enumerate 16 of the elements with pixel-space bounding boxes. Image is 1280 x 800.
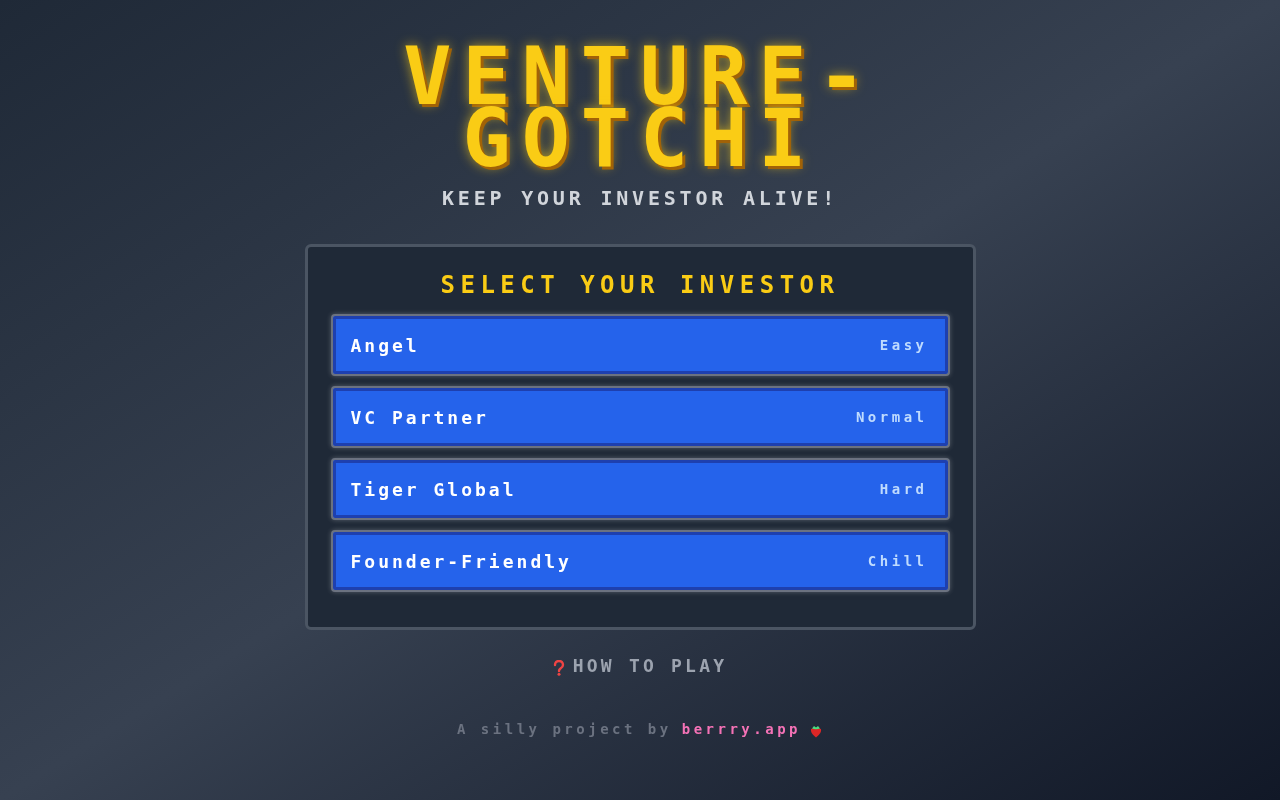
credit-text: A silly project by [457, 720, 672, 738]
investor-button[interactable]: Tiger Global Hard [330, 458, 950, 520]
panel-heading: SELECT YOUR INVESTOR [440, 270, 840, 300]
investor-button[interactable]: Angel Easy [330, 314, 950, 376]
difficulty-label: Chill [867, 551, 928, 571]
strawberry-icon [809, 723, 823, 738]
difficulty-label: Hard [879, 479, 928, 499]
investor-button[interactable]: Founder-Friendly Chill [330, 530, 950, 592]
credit-link[interactable]: berrry.app [681, 720, 801, 738]
difficulty-label: Normal [855, 407, 928, 427]
question-mark-icon [552, 660, 565, 676]
subtitle: KEEP YOUR INVESTOR ALIVE! [442, 186, 838, 210]
how-to-play-link[interactable]: HOW TO PLAY [552, 654, 728, 678]
game-title: VENTURE-GOTCHI [402, 46, 878, 170]
difficulty-label: Easy [879, 335, 928, 355]
investor-button[interactable]: VC Partner Normal [330, 386, 950, 448]
